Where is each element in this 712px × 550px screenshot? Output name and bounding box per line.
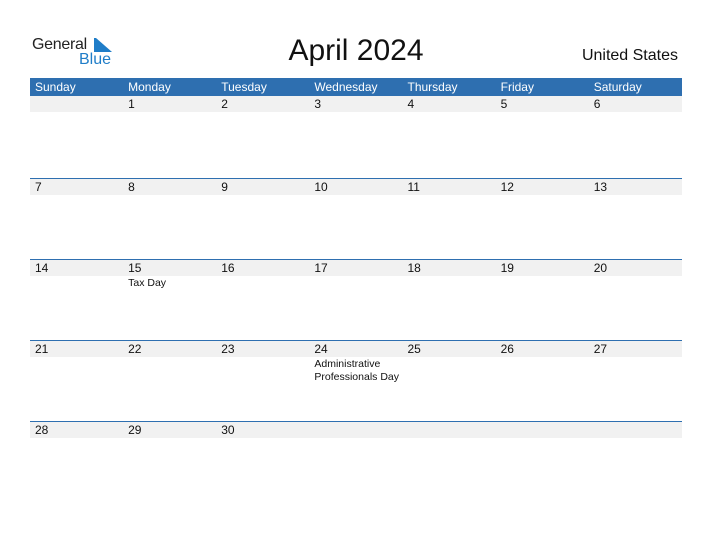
holiday-event bbox=[589, 195, 682, 196]
day-number: 13 bbox=[593, 180, 608, 194]
weekday-saturday: Saturday bbox=[593, 80, 642, 94]
day-number: 10 bbox=[314, 180, 328, 194]
date-band: 7 8 9 10 11 12 13 bbox=[30, 179, 682, 195]
events-row: Administrative Professionals Day bbox=[30, 357, 682, 384]
weekday-monday: Monday bbox=[128, 80, 171, 94]
day-number: 22 bbox=[128, 342, 142, 356]
day-number bbox=[589, 422, 682, 438]
holiday-event bbox=[403, 276, 496, 290]
date-band: 1 2 3 4 5 6 bbox=[30, 96, 682, 112]
week-row: 7 8 9 10 11 12 13 bbox=[30, 178, 682, 259]
weeks-container: 1 2 3 4 5 6 7 8 9 10 11 12 13 14 15 16 17 18 19 20 Tax Day 21… bbox=[30, 96, 682, 502]
week-row: 1 2 3 4 5 6 bbox=[30, 96, 682, 178]
holiday-event bbox=[496, 195, 589, 196]
day-number: 26 bbox=[500, 342, 514, 356]
weekday-sunday: Sunday bbox=[35, 80, 76, 94]
holiday-event bbox=[403, 195, 496, 196]
holiday-event bbox=[216, 276, 309, 290]
calendar-grid: Sunday Monday Tuesday Wednesday Thursday… bbox=[30, 78, 682, 502]
day-number: 20 bbox=[593, 261, 608, 275]
holiday-event bbox=[589, 112, 682, 113]
weekday-friday: Friday bbox=[500, 80, 534, 94]
day-number bbox=[30, 96, 123, 112]
day-number: 7 bbox=[35, 180, 42, 194]
day-number: 11 bbox=[407, 180, 420, 194]
events-row bbox=[30, 195, 682, 196]
holiday-event bbox=[30, 357, 123, 384]
day-number: 3 bbox=[314, 97, 322, 111]
holiday-event bbox=[123, 112, 216, 113]
events-row bbox=[30, 438, 682, 439]
day-number: 14 bbox=[35, 261, 49, 275]
weekday-tuesday: Tuesday bbox=[221, 80, 267, 94]
holiday-event bbox=[30, 112, 123, 113]
holiday-event: Administrative Professionals Day bbox=[314, 358, 399, 383]
day-number: 12 bbox=[500, 180, 514, 194]
day-number: 23 bbox=[221, 342, 235, 356]
holiday-event bbox=[589, 276, 682, 290]
holiday-event bbox=[216, 112, 309, 113]
weekday-wednesday: Wednesday bbox=[314, 80, 378, 94]
day-number: 5 bbox=[500, 97, 508, 111]
day-number: 18 bbox=[407, 261, 421, 275]
day-number: 4 bbox=[407, 97, 415, 111]
day-number: 19 bbox=[500, 261, 514, 275]
day-number: 17 bbox=[314, 261, 328, 275]
day-number bbox=[496, 422, 589, 438]
day-number: 9 bbox=[221, 180, 228, 194]
holiday-event bbox=[403, 112, 496, 113]
holiday-event bbox=[309, 112, 402, 113]
week-row: 28 29 30 bbox=[30, 421, 682, 502]
date-band: 14 15 16 17 18 19 20 bbox=[30, 260, 682, 276]
holiday-event bbox=[589, 438, 682, 439]
day-number: 30 bbox=[221, 423, 235, 437]
holiday-event bbox=[403, 357, 496, 384]
day-number: 25 bbox=[407, 342, 421, 356]
date-band: 21 22 23 24 25 26 27 bbox=[30, 341, 682, 357]
day-number: 16 bbox=[221, 261, 235, 275]
day-number: 28 bbox=[35, 423, 49, 437]
day-number: 8 bbox=[128, 180, 135, 194]
events-row bbox=[30, 112, 682, 113]
holiday-event bbox=[123, 357, 216, 384]
holiday-event bbox=[30, 276, 123, 290]
holiday-event bbox=[309, 195, 402, 196]
day-number bbox=[403, 422, 496, 438]
holiday-event bbox=[496, 357, 589, 384]
week-row: 21 22 23 24 25 26 27 Administrative Professiona… bbox=[30, 340, 682, 421]
holiday-event bbox=[216, 357, 309, 384]
holiday-event bbox=[403, 438, 496, 439]
holiday-event bbox=[30, 195, 123, 196]
holiday-event bbox=[30, 438, 123, 439]
holiday-event bbox=[123, 438, 216, 439]
day-number bbox=[309, 422, 402, 438]
holiday-event bbox=[309, 438, 402, 439]
country-label: United States bbox=[581, 47, 678, 64]
holiday-event bbox=[496, 276, 589, 290]
holiday-event bbox=[216, 438, 309, 439]
holiday-event bbox=[496, 112, 589, 113]
weekday-header: Sunday Monday Tuesday Wednesday Thursday… bbox=[30, 78, 682, 96]
day-number: 2 bbox=[221, 97, 228, 111]
holiday-event bbox=[496, 438, 589, 439]
day-number: 24 bbox=[314, 342, 328, 356]
date-band: 28 29 30 bbox=[30, 422, 682, 438]
weekday-thursday: Thursday bbox=[407, 80, 458, 94]
day-number: 6 bbox=[593, 97, 601, 111]
day-number: 21 bbox=[35, 342, 49, 356]
events-row: Tax Day bbox=[30, 276, 682, 290]
holiday-event bbox=[216, 195, 309, 196]
day-number: 29 bbox=[128, 423, 142, 437]
holiday-event bbox=[123, 195, 216, 196]
holiday-event bbox=[589, 357, 682, 384]
holiday-event bbox=[309, 276, 402, 290]
holiday-event: Tax Day bbox=[128, 277, 167, 289]
week-row: 14 15 16 17 18 19 20 Tax Day bbox=[30, 259, 682, 340]
day-number: 1 bbox=[128, 97, 135, 111]
day-number: 15 bbox=[128, 261, 142, 275]
day-number: 27 bbox=[593, 342, 608, 356]
